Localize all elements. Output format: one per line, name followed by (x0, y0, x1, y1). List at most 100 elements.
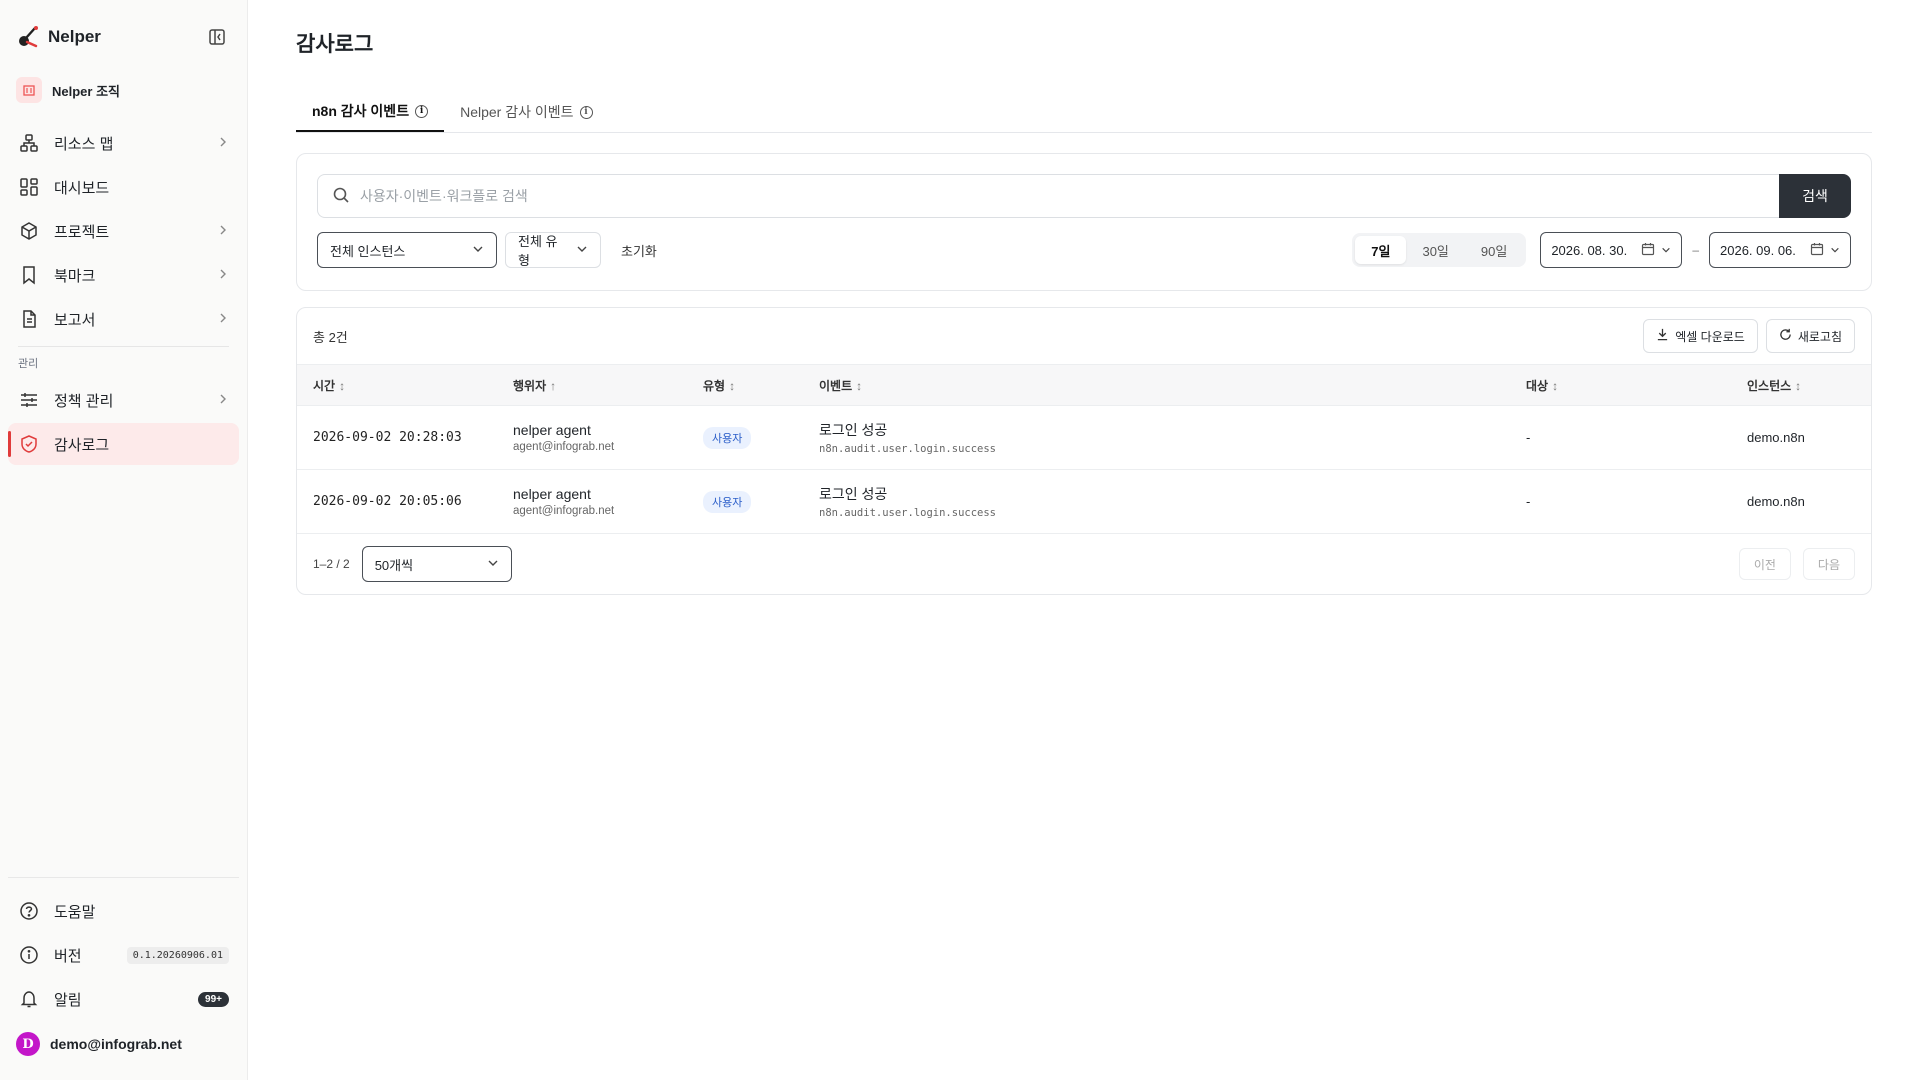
main-nav: 리소스 맵 대시보드 프로젝트 북마크 보고서 관리 정책 관리 감사로그 (8, 122, 239, 467)
nav-item-alerts[interactable]: 알림 99+ (8, 978, 239, 1020)
org-switcher[interactable]: Nelper 조직 (8, 74, 239, 106)
instance-cell: demo.n8n (1747, 430, 1805, 445)
chevron-right-icon (217, 311, 229, 328)
chevron-right-icon (217, 392, 229, 409)
bell-icon (18, 988, 40, 1010)
nav-item-bookmarks[interactable]: 북마크 (8, 254, 239, 296)
range-7-days[interactable]: 7일 (1355, 236, 1407, 264)
sort-icon: ↕ (729, 378, 736, 393)
range-30-days[interactable]: 30일 (1406, 236, 1464, 264)
actor-cell: nelper agent agent@infograb.net (497, 406, 687, 470)
type-cell: 사용자 (687, 406, 803, 470)
instance-select[interactable]: 전체 인스턴스 (317, 232, 497, 268)
type-select-value: 전체 유형 (518, 234, 558, 268)
nav-item-label: 보고서 (54, 311, 96, 329)
reset-button[interactable]: 초기화 (609, 241, 669, 260)
date-range-presets: 7일 30일 90일 (1352, 233, 1527, 267)
event-code: n8n.audit.user.login.success (819, 507, 997, 519)
page-size-select[interactable]: 50개씩 (361, 546, 512, 582)
type-badge: 사용자 (703, 490, 752, 513)
info-icon[interactable]: i (579, 105, 593, 119)
search-button[interactable]: 검색 (1779, 174, 1851, 218)
nav-item-label: 버전 (54, 947, 82, 965)
info-icon[interactable]: i (415, 104, 429, 118)
chevron-down-icon (472, 243, 484, 258)
nav-item-label: 대시보드 (54, 179, 110, 197)
refresh-icon (1779, 328, 1792, 344)
date-from-value: 2026. 08. 30. (1551, 242, 1628, 258)
date-to-picker[interactable]: 2026. 09. 06. (1709, 232, 1851, 268)
date-from-picker[interactable]: 2026. 08. 30. (1540, 232, 1683, 268)
nav-item-dashboard[interactable]: 대시보드 (8, 166, 239, 208)
refresh-button[interactable]: 새로고침 (1765, 319, 1855, 353)
table-header-row: 시간 ↕ 행위자 ↑ 유형 ↕ 이벤트 ↕ 대상 ↕ 인스턴스 ↕ (297, 364, 1871, 406)
chevron-down-icon (1661, 243, 1671, 258)
event-cell: 로그인 성공 n8n.audit.user.login.success (803, 470, 1510, 534)
column-header-actor[interactable]: 행위자 ↑ (497, 365, 687, 406)
column-header-time[interactable]: 시간 ↕ (297, 365, 497, 406)
nav-item-version[interactable]: 버전 0.1.20260906.01 (8, 934, 239, 976)
column-header-event[interactable]: 이벤트 ↕ (803, 365, 1510, 406)
brand-logo[interactable]: Nelper (18, 25, 101, 49)
chevron-down-icon (576, 243, 588, 258)
sitemap-icon (18, 132, 40, 154)
download-icon (1656, 328, 1669, 344)
type-select[interactable]: 전체 유형 (505, 232, 601, 268)
alerts-count-badge: 99+ (198, 991, 229, 1007)
nav-item-audit-log[interactable]: 감사로그 (8, 423, 239, 465)
type-cell: 사용자 (687, 470, 803, 534)
nav-item-label: 프로젝트 (54, 223, 110, 241)
column-label: 시간 (313, 378, 336, 393)
column-label: 인스턴스 (1747, 378, 1792, 393)
tab-label: n8n 감사 이벤트 (312, 103, 410, 119)
nav-item-help[interactable]: 도움말 (8, 890, 239, 932)
tab-nelper-audit-events[interactable]: Nelper 감사 이벤트 i (444, 92, 608, 132)
time-cell: 2026-09-02 20:28:03 (313, 430, 462, 445)
sidebar: Nelper Nelper 조직 리소스 맵 대시보드 프로젝트 북마크 보고서… (0, 0, 248, 1080)
prev-page-button[interactable]: 이전 (1738, 548, 1791, 580)
audit-table: 시간 ↕ 행위자 ↑ 유형 ↕ 이벤트 ↕ 대상 ↕ 인스턴스 ↕ 2026-09-02 2… (297, 364, 1871, 534)
column-header-type[interactable]: 유형 ↕ (687, 365, 803, 406)
calendar-icon (1810, 242, 1824, 259)
sort-icon: ↕ (1552, 378, 1559, 393)
search-field[interactable] (317, 174, 1779, 218)
brand-row: Nelper (8, 0, 239, 74)
org-name: Nelper 조직 (52, 83, 120, 99)
target-cell: - (1526, 430, 1531, 445)
user-email: demo@infograb.net (50, 1036, 182, 1052)
table-row[interactable]: 2026-09-02 20:05:06 nelper agent agent@i… (297, 470, 1871, 534)
column-header-instance[interactable]: 인스턴스 ↕ (1731, 365, 1871, 406)
nav-item-projects[interactable]: 프로젝트 (8, 210, 239, 252)
box-icon (18, 220, 40, 242)
collapse-sidebar-button[interactable] (205, 25, 229, 49)
nav-item-policy[interactable]: 정책 관리 (8, 379, 239, 421)
range-90-days[interactable]: 90일 (1465, 236, 1523, 264)
event-code: n8n.audit.user.login.success (819, 443, 997, 455)
type-badge: 사용자 (703, 426, 752, 449)
document-icon (18, 308, 40, 330)
nav-item-resource-map[interactable]: 리소스 맵 (8, 122, 239, 164)
calendar-icon (1641, 242, 1655, 259)
chevron-right-icon (217, 267, 229, 284)
bookmark-icon (18, 264, 40, 286)
nav-item-reports[interactable]: 보고서 (8, 298, 239, 340)
nelper-logo-icon (19, 26, 38, 48)
actor-email: agent@infograb.net (513, 505, 615, 517)
tab-n8n-audit-events[interactable]: n8n 감사 이벤트 i (296, 92, 445, 132)
nav-divider (18, 346, 229, 347)
help-circle-icon (18, 900, 40, 922)
excel-download-label: 엑셀 다운로드 (1675, 329, 1745, 344)
tab-bar: n8n 감사 이벤트 i Nelper 감사 이벤트 i (296, 92, 1872, 133)
excel-download-button[interactable]: 엑셀 다운로드 (1643, 319, 1758, 353)
date-to-value: 2026. 09. 06. (1720, 242, 1796, 258)
instance-cell: demo.n8n (1747, 494, 1805, 509)
next-page-button[interactable]: 다음 (1802, 548, 1855, 580)
sliders-icon (18, 389, 40, 411)
nav-item-label: 감사로그 (54, 436, 110, 454)
search-input[interactable] (360, 188, 1765, 204)
column-header-target[interactable]: 대상 ↕ (1510, 365, 1731, 406)
column-label: 유형 (703, 378, 726, 393)
search-row: 검색 (317, 174, 1851, 218)
user-menu[interactable]: D demo@infograb.net (8, 1022, 239, 1066)
table-row[interactable]: 2026-09-02 20:28:03 nelper agent agent@i… (297, 406, 1871, 470)
